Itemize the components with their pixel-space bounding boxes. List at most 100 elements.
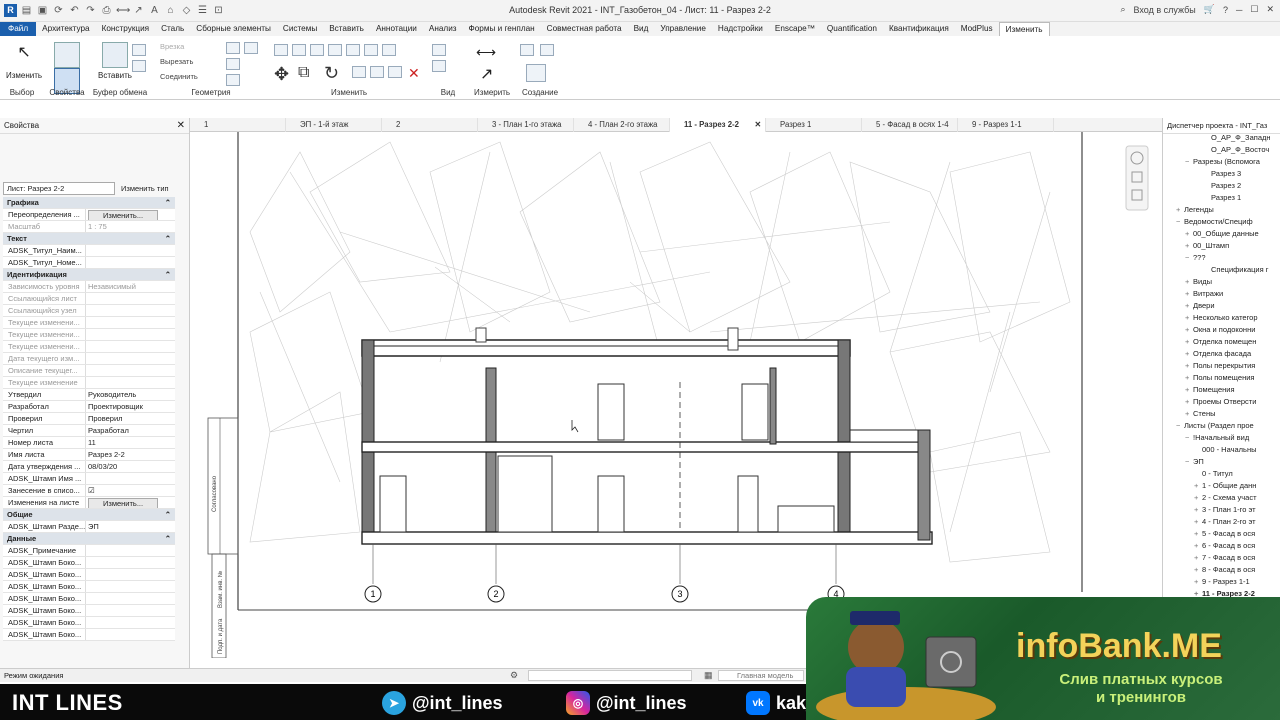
property-value[interactable] [86, 353, 175, 364]
property-value[interactable] [86, 617, 175, 628]
copy-icon[interactable] [132, 44, 146, 56]
property-value[interactable] [86, 245, 175, 256]
property-value[interactable]: Изменить... [86, 497, 175, 508]
property-value[interactable] [86, 329, 175, 340]
browser-node[interactable]: + Отделка фасада [1163, 348, 1280, 360]
search-icon[interactable]: ⌕ [1120, 4, 1125, 15]
expand-toggle-icon[interactable]: + [1185, 276, 1193, 288]
browser-node[interactable]: + Помещения [1163, 384, 1280, 396]
design-options-icon[interactable]: ▦ [704, 670, 713, 681]
browser-node[interactable]: +7 - Фасад в ося [1163, 552, 1280, 564]
property-row[interactable]: ADSK_Штамп Боко... [3, 629, 175, 641]
rotate-icon[interactable]: ↻ [324, 63, 339, 84]
match-icon[interactable] [132, 60, 146, 72]
expand-toggle-icon[interactable]: + [1185, 300, 1193, 312]
property-section[interactable]: Графика ⌃ [3, 197, 175, 209]
align-icon[interactable] [274, 44, 288, 56]
minimize-icon[interactable]: ─ [1236, 5, 1242, 15]
mirror-draw-icon[interactable] [328, 44, 342, 56]
property-row[interactable]: ADSK_Штамп Боко... [3, 605, 175, 617]
expand-toggle-icon[interactable]: + [1194, 540, 1202, 552]
expand-toggle-icon[interactable]: + [1185, 324, 1193, 336]
property-row[interactable]: Зависимость уровня Независимый [3, 281, 175, 293]
property-value[interactable] [86, 317, 175, 328]
property-value[interactable] [86, 545, 175, 556]
browser-node[interactable]: +00_Общие данные [1163, 228, 1280, 240]
property-section[interactable]: Идентификация ⌃ [3, 269, 175, 281]
expand-toggle-icon[interactable]: + [1194, 528, 1202, 540]
property-row[interactable]: Разработал Проектировщик [3, 401, 175, 413]
property-row[interactable]: Занесение в списо... ☑ [3, 485, 175, 497]
property-value[interactable]: 11 [86, 437, 175, 448]
property-value[interactable] [86, 305, 175, 316]
property-value[interactable] [86, 473, 175, 484]
help-icon[interactable]: ? [1223, 5, 1228, 15]
expand-toggle-icon[interactable]: + [1194, 552, 1202, 564]
property-row[interactable]: Ссылающийся лист [3, 293, 175, 305]
browser-node[interactable]: −??? [1163, 252, 1280, 264]
browser-node[interactable]: − !Начальный вид [1163, 432, 1280, 444]
property-row[interactable]: ADSK_Титул_Наим... [3, 245, 175, 257]
property-row[interactable]: ADSK_Штамп Боко... [3, 617, 175, 629]
expand-toggle-icon[interactable]: + [1194, 564, 1202, 576]
expand-toggle-icon[interactable]: + [1194, 504, 1202, 516]
property-section[interactable]: Текст ⌃ [3, 233, 175, 245]
browser-node[interactable]: Разрез 3 [1163, 168, 1280, 180]
paste-button[interactable]: Вставить [98, 42, 132, 80]
cart-icon[interactable]: 🛒 [1204, 4, 1215, 15]
measure-tool-icon[interactable]: ⟷ [476, 44, 496, 61]
view-tab[interactable]: 2 [382, 118, 478, 132]
expand-toggle-icon[interactable]: − [1176, 420, 1184, 432]
browser-node[interactable]: О_АР_Ф_Западн [1163, 132, 1280, 144]
browser-node[interactable]: +3 - План 1-го эт [1163, 504, 1280, 516]
property-row[interactable]: ADSK_Штамп Боко... [3, 557, 175, 569]
edit-property-button[interactable]: Изменить... [88, 498, 159, 508]
view-tab[interactable]: 11 - Разрез 2-2 ✕ [670, 118, 766, 132]
property-row[interactable]: Переопределения ... Изменить... [3, 209, 175, 221]
ribbon-tab[interactable]: ModPlus [955, 22, 999, 36]
cope-tool[interactable]: Врезка [160, 42, 184, 51]
browser-node[interactable]: +9 - Разрез 1-1 [1163, 576, 1280, 588]
scale-icon[interactable] [388, 66, 402, 78]
ribbon-tab[interactable]: Изменить [998, 21, 1050, 37]
browser-node[interactable]: +6 - Фасад в ося [1163, 540, 1280, 552]
expand-toggle-icon[interactable]: + [1185, 408, 1193, 420]
ribbon-tab[interactable]: Сталь [155, 22, 190, 36]
property-row[interactable]: Проверил Проверил [3, 413, 175, 425]
collapse-section-icon[interactable]: ⌃ [165, 197, 175, 208]
ribbon-tab[interactable]: Совместная работа [541, 22, 628, 36]
property-row[interactable]: ADSK_Штамп Боко... [3, 581, 175, 593]
view-tab[interactable]: ЭП - 1-й этаж [286, 118, 382, 132]
property-value[interactable]: Независимый [86, 281, 175, 292]
property-value[interactable]: ЭП [86, 521, 175, 532]
expand-toggle-icon[interactable]: − [1185, 432, 1193, 444]
split-gap-icon[interactable] [364, 44, 378, 56]
browser-node[interactable]: + Стены [1163, 408, 1280, 420]
ribbon-tab[interactable]: Аннотации [370, 22, 423, 36]
property-value[interactable]: Руководитель [86, 389, 175, 400]
expand-toggle-icon[interactable]: + [1185, 396, 1193, 408]
hide-icon[interactable] [432, 44, 446, 56]
property-value[interactable]: 1 : 75 [86, 221, 175, 232]
property-row[interactable]: Масштаб 1 : 75 [3, 221, 175, 233]
expand-toggle-icon[interactable]: − [1185, 156, 1193, 168]
property-value[interactable] [86, 569, 175, 580]
browser-node[interactable]: 0 - Титул [1163, 468, 1280, 480]
ribbon-tab[interactable]: Enscape™ [769, 22, 821, 36]
close-properties-icon[interactable]: ✕ [177, 118, 185, 134]
property-value[interactable]: ☑ [86, 485, 175, 496]
browser-node[interactable]: + Проемы Отверсти [1163, 396, 1280, 408]
property-value[interactable] [86, 593, 175, 604]
wall-joins-icon[interactable] [226, 42, 240, 54]
browser-node[interactable]: − Разрезы (Вспомога [1163, 156, 1280, 168]
browser-node[interactable]: +8 - Фасад в ося [1163, 564, 1280, 576]
split-face-icon[interactable] [226, 74, 240, 86]
browser-node[interactable]: + Легенды [1163, 204, 1280, 216]
expand-toggle-icon[interactable]: + [1185, 372, 1193, 384]
expand-toggle-icon[interactable]: + [1194, 480, 1202, 492]
properties-button[interactable] [54, 42, 80, 71]
collapse-section-icon[interactable]: ⌃ [165, 233, 175, 244]
property-section[interactable]: Данные ⌃ [3, 533, 175, 545]
browser-node[interactable]: +00_Штамп [1163, 240, 1280, 252]
view-tab[interactable]: 5 - Фасад в осях 1-4 [862, 118, 958, 132]
